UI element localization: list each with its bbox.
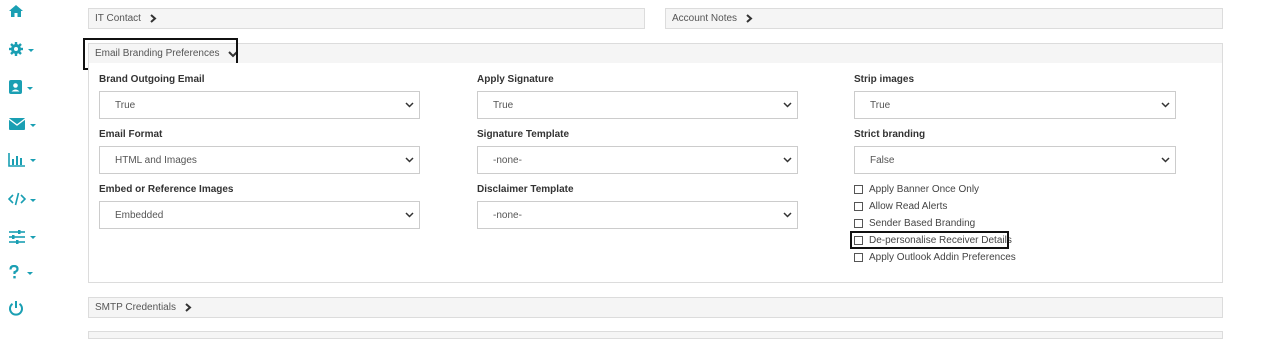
sidebar (0, 0, 50, 336)
checkbox-apply-outlook-addin[interactable]: Apply Outlook Addin Preferences (854, 252, 1016, 263)
embed-reference-value: Embedded (115, 209, 164, 221)
checkbox-allow-read-alerts[interactable]: Allow Read Alerts (854, 201, 947, 212)
chevron-down-icon (783, 102, 792, 108)
disclaimer-template-value: -none- (493, 209, 522, 221)
gear-icon (9, 42, 23, 56)
chevron-down-icon (405, 212, 414, 218)
nav-logout[interactable] (8, 300, 24, 316)
chevron-right-icon (746, 14, 753, 23)
chevron-down-icon (30, 236, 36, 239)
strict-branding-value: False (870, 154, 895, 166)
panel-it-contact[interactable]: IT Contact (88, 8, 645, 29)
chevron-down-icon (27, 271, 33, 275)
nav-settings[interactable] (8, 41, 34, 57)
embed-reference-select[interactable]: Embedded (99, 201, 420, 229)
brand-outgoing-label: Brand Outgoing Email (99, 74, 205, 85)
chevron-down-icon (783, 212, 792, 218)
nav-code[interactable] (8, 192, 36, 206)
chevron-right-icon (185, 303, 192, 312)
chevron-down-icon (405, 102, 414, 108)
checkbox-label: Apply Outlook Addin Preferences (869, 252, 1016, 263)
disclaimer-template-select[interactable]: -none- (477, 201, 798, 229)
nav-help[interactable] (8, 265, 33, 279)
checkbox-box[interactable] (854, 202, 863, 211)
sliders-icon (9, 230, 25, 244)
chevron-down-icon (1161, 157, 1170, 163)
chevron-down-icon (783, 157, 792, 163)
disclaimer-template-label: Disclaimer Template (477, 184, 574, 195)
chevron-down-icon (30, 123, 36, 127)
checkbox-box[interactable] (854, 236, 863, 245)
nav-home[interactable] (8, 4, 24, 18)
checkbox-label: Allow Read Alerts (869, 201, 948, 212)
power-icon (9, 301, 23, 316)
email-format-value: HTML and Images (115, 154, 197, 166)
apply-signature-label: Apply Signature (477, 74, 554, 85)
chevron-down-icon (30, 159, 36, 162)
home-icon (9, 5, 23, 17)
code-icon (8, 192, 26, 206)
strip-images-label: Strip images (854, 74, 915, 85)
question-icon (9, 265, 19, 279)
checkbox-sender-based-branding[interactable]: Sender Based Branding (854, 218, 975, 229)
chevron-down-icon (1161, 102, 1170, 108)
panel-email-branding-label: Email Branding Preferences (95, 48, 220, 59)
contact-card-icon (9, 80, 22, 94)
checkbox-box[interactable] (854, 253, 863, 262)
email-format-select[interactable]: HTML and Images (99, 146, 420, 174)
nav-email[interactable] (8, 117, 36, 131)
strict-branding-label: Strict branding (854, 129, 926, 140)
chevron-right-icon (150, 14, 157, 23)
checkbox-label: Sender Based Branding (869, 218, 976, 229)
chevron-down-icon (27, 86, 33, 90)
embed-reference-label: Embed or Reference Images (99, 184, 234, 195)
strip-images-select[interactable]: True (854, 91, 1176, 119)
signature-template-select[interactable]: -none- (477, 146, 798, 174)
envelope-icon (8, 118, 26, 130)
checkbox-label: De-personalise Receiver Details (869, 235, 1012, 246)
signature-template-value: -none- (493, 154, 522, 166)
checkbox-box[interactable] (854, 219, 863, 228)
nav-reports[interactable] (8, 152, 36, 167)
strict-branding-select[interactable]: False (854, 146, 1176, 174)
checkbox-depersonalise-receiver[interactable]: De-personalise Receiver Details (854, 235, 1012, 246)
apply-signature-select[interactable]: True (477, 91, 798, 119)
chevron-down-icon (28, 48, 34, 52)
checkbox-apply-banner-once[interactable]: Apply Banner Once Only (854, 184, 979, 195)
checkbox-label: Apply Banner Once Only (869, 184, 980, 195)
brand-outgoing-value: True (115, 99, 136, 111)
panel-email-branding[interactable]: Email Branding Preferences (88, 43, 1223, 64)
chevron-down-icon (227, 50, 238, 57)
apply-signature-value: True (493, 99, 514, 111)
chevron-down-icon (30, 198, 36, 202)
chevron-down-icon (405, 157, 414, 163)
nav-contacts[interactable] (8, 79, 33, 95)
panel-account-notes-label: Account Notes (672, 13, 738, 24)
panel-next[interactable] (88, 331, 1223, 339)
bar-chart-icon (8, 153, 25, 167)
panel-smtp-credentials[interactable]: SMTP Credentials (88, 297, 1223, 318)
nav-preferences[interactable] (8, 229, 36, 244)
panel-account-notes[interactable]: Account Notes (665, 8, 1223, 29)
panel-it-contact-label: IT Contact (95, 13, 141, 24)
strip-images-value: True (870, 99, 891, 111)
brand-outgoing-select[interactable]: True (99, 91, 420, 119)
signature-template-label: Signature Template (477, 129, 570, 140)
checkbox-box[interactable] (854, 185, 863, 194)
email-format-label: Email Format (99, 129, 163, 140)
panel-smtp-credentials-label: SMTP Credentials (95, 302, 176, 313)
